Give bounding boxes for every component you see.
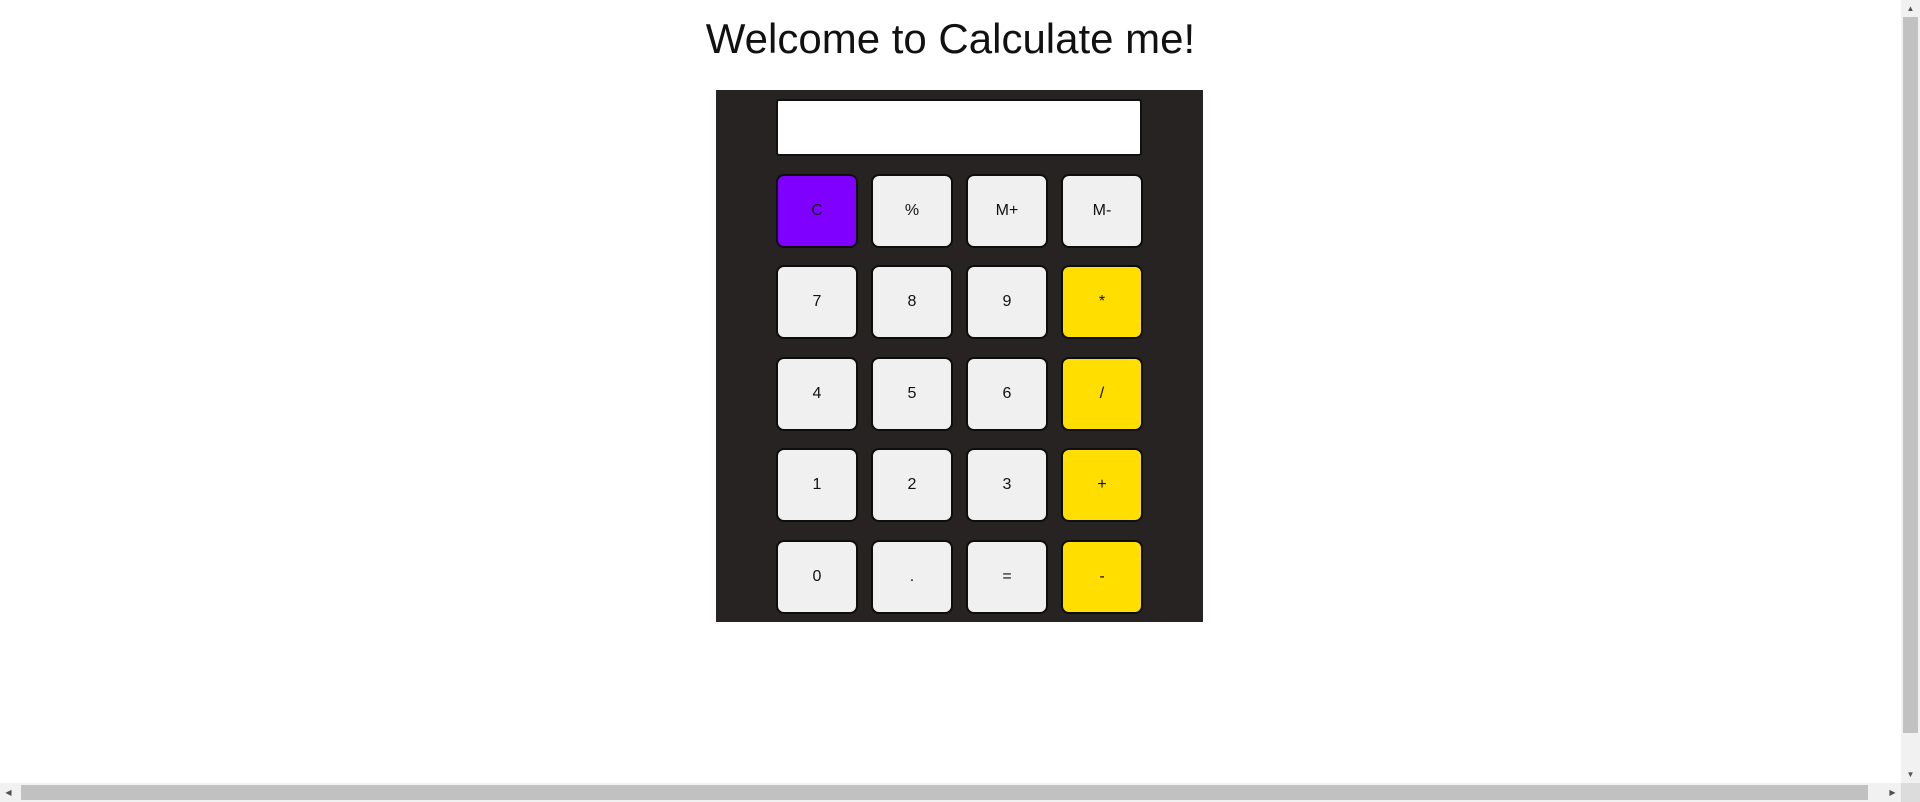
calculator-display[interactable]	[776, 99, 1142, 156]
digit-0-button[interactable]: 0	[776, 540, 858, 614]
digit-9-button[interactable]: 9	[966, 265, 1048, 339]
digit-1-button[interactable]: 1	[776, 448, 858, 522]
calculator: C % M+ M- 7 8 9 * 4 5 6 / 1 2 3 + 0 . = …	[716, 90, 1203, 622]
scrollbar-corner	[1901, 783, 1920, 802]
chevron-left-icon[interactable]: ◀	[0, 783, 17, 802]
multiply-button[interactable]: *	[1061, 265, 1143, 339]
subtract-button[interactable]: -	[1061, 540, 1143, 614]
digit-5-button[interactable]: 5	[871, 357, 953, 431]
digit-2-button[interactable]: 2	[871, 448, 953, 522]
chevron-up-icon[interactable]: ▲	[1901, 0, 1920, 17]
page-viewport: Welcome to Calculate me! C % M+ M- 7 8 9…	[0, 0, 1901, 783]
memory-subtract-button[interactable]: M-	[1061, 174, 1143, 248]
horizontal-scroll-thumb[interactable]	[21, 785, 1868, 800]
add-button[interactable]: +	[1061, 448, 1143, 522]
page-title: Welcome to Calculate me!	[705, 15, 1196, 62]
divide-button[interactable]: /	[1061, 357, 1143, 431]
digit-4-button[interactable]: 4	[776, 357, 858, 431]
digit-6-button[interactable]: 6	[966, 357, 1048, 431]
chevron-down-icon[interactable]: ▼	[1901, 766, 1920, 783]
digit-7-button[interactable]: 7	[776, 265, 858, 339]
equals-button[interactable]: =	[966, 540, 1048, 614]
digit-3-button[interactable]: 3	[966, 448, 1048, 522]
memory-add-button[interactable]: M+	[966, 174, 1048, 248]
clear-button[interactable]: C	[776, 174, 858, 248]
chevron-right-icon[interactable]: ▶	[1884, 783, 1901, 802]
percent-button[interactable]: %	[871, 174, 953, 248]
digit-8-button[interactable]: 8	[871, 265, 953, 339]
vertical-scroll-thumb[interactable]	[1903, 17, 1918, 733]
horizontal-scrollbar[interactable]: ◀ ▶	[0, 783, 1901, 802]
vertical-scrollbar[interactable]: ▲ ▼	[1901, 0, 1920, 783]
decimal-point-button[interactable]: .	[871, 540, 953, 614]
